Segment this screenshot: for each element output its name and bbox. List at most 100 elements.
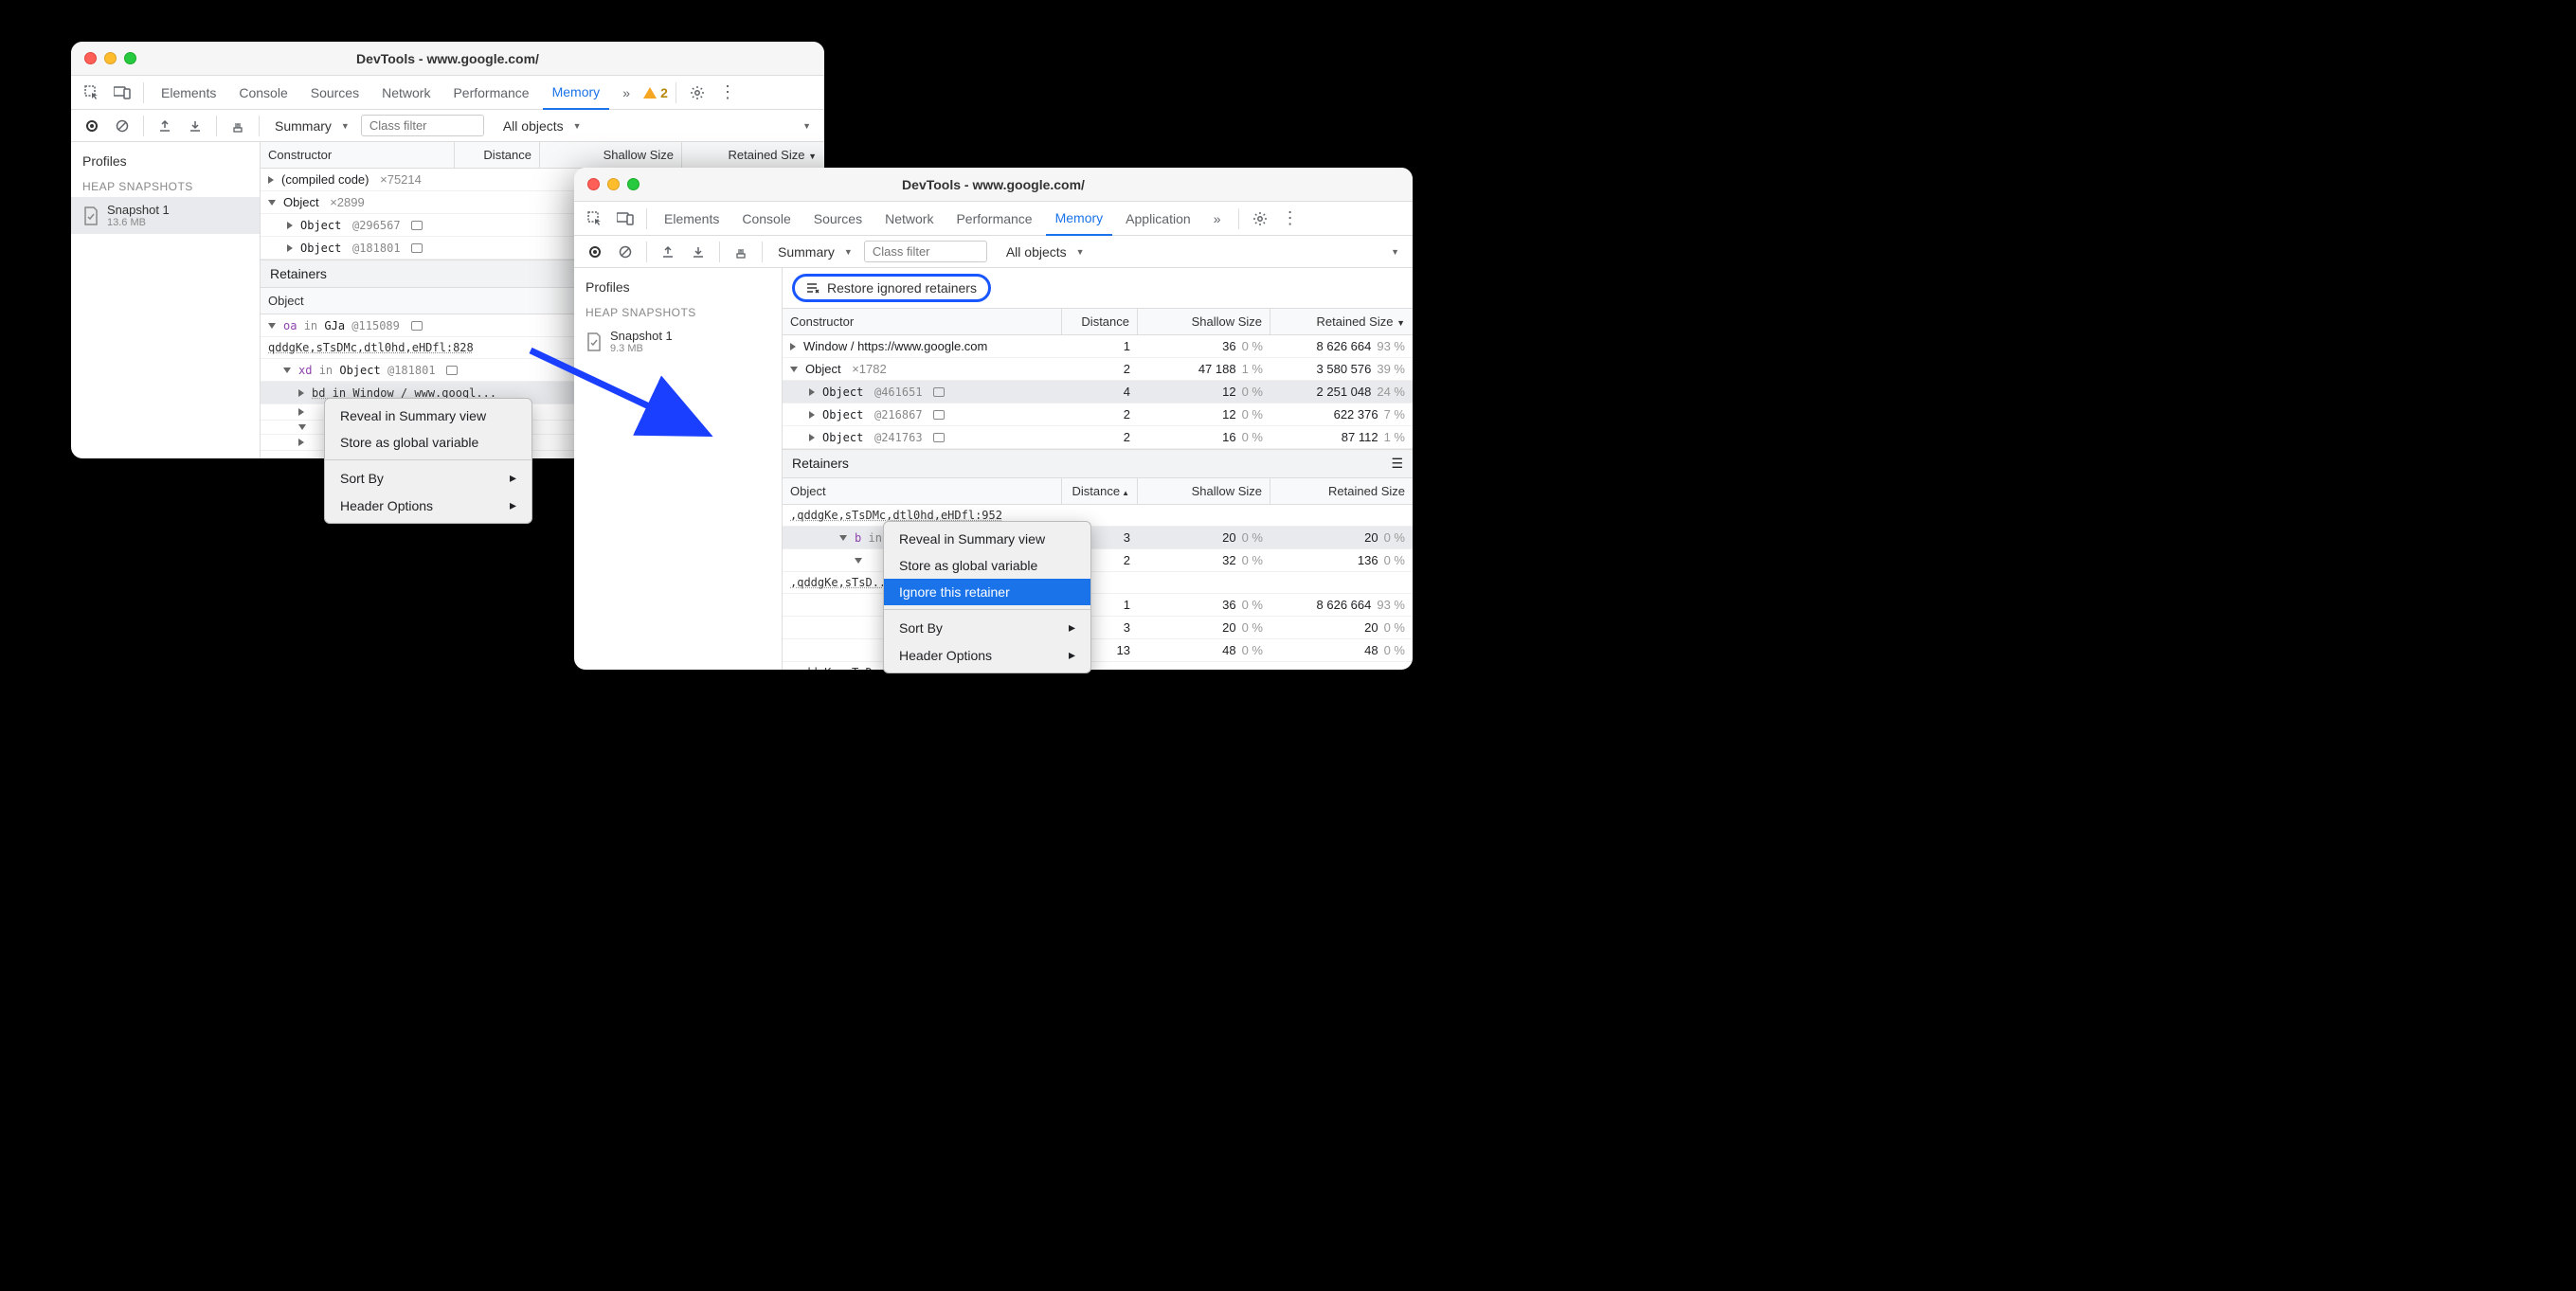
- tab-sources[interactable]: Sources: [301, 76, 369, 110]
- device-toggle-icon[interactable]: [109, 80, 135, 106]
- tab-memory[interactable]: Memory: [543, 76, 610, 110]
- col-distance[interactable]: Distance: [455, 142, 540, 168]
- clear-icon[interactable]: [109, 113, 135, 139]
- table-row[interactable]: ,qddgKe,sTsD..: [783, 572, 1413, 594]
- settings-icon[interactable]: [684, 80, 711, 106]
- menu-sort[interactable]: Sort By▸: [884, 614, 1090, 641]
- inspect-icon[interactable]: [582, 206, 608, 232]
- tab-console[interactable]: Console: [229, 76, 297, 110]
- gc-icon[interactable]: [728, 239, 754, 265]
- chevron-right-icon: ▸: [510, 470, 516, 486]
- view-dropdown[interactable]: Summary: [770, 244, 860, 260]
- chevron-right-icon: ▸: [1069, 647, 1075, 663]
- record-icon[interactable]: [79, 113, 105, 139]
- col-shallow[interactable]: Shallow Size: [1138, 309, 1270, 334]
- table-row[interactable]: 1 360 % 8 626 66493 %: [783, 594, 1413, 617]
- scope-dropdown[interactable]: All objects: [999, 244, 1092, 260]
- class-filter-input[interactable]: [361, 115, 484, 136]
- more-tabs-icon[interactable]: »: [1204, 206, 1231, 232]
- menu-header-options[interactable]: Header Options▸: [884, 641, 1090, 669]
- menu-lines-icon[interactable]: ☰: [1391, 456, 1403, 472]
- chevron-right-icon: ▸: [510, 497, 516, 513]
- chevron-down-icon[interactable]: ▼: [1391, 247, 1399, 257]
- menu-store[interactable]: Store as global variable: [884, 552, 1090, 579]
- class-filter-input[interactable]: [864, 241, 987, 262]
- more-tabs-icon[interactable]: »: [613, 80, 639, 106]
- gc-icon[interactable]: [225, 113, 251, 139]
- upload-icon[interactable]: [152, 113, 178, 139]
- warning-badge[interactable]: 2: [643, 85, 668, 100]
- profiles-label: Profiles: [71, 150, 260, 172]
- table-row[interactable]: Object @216867 2 120 % 622 3767 %: [783, 403, 1413, 426]
- view-dropdown[interactable]: Summary: [267, 118, 357, 134]
- restore-bar: Restore ignored retainers: [783, 268, 1413, 309]
- element-icon: [933, 387, 945, 397]
- tab-performance[interactable]: Performance: [946, 202, 1041, 236]
- restore-ignored-button[interactable]: Restore ignored retainers: [792, 274, 991, 302]
- device-toggle-icon[interactable]: [612, 206, 639, 232]
- table-row[interactable]: ,qddgKe,sTsD..: [783, 662, 1413, 670]
- menu-store[interactable]: Store as global variable: [325, 429, 531, 456]
- tab-memory[interactable]: Memory: [1046, 202, 1113, 236]
- table-row[interactable]: Object @241763 2 160 % 87 1121 %: [783, 426, 1413, 449]
- titlebar[interactable]: DevTools - www.google.com/: [574, 168, 1413, 202]
- table-row[interactable]: b in system / Context @? 3 200 % 200 %: [783, 527, 1413, 549]
- table-row[interactable]: Object @461651 4 120 % 2 251 04824 %: [783, 381, 1413, 403]
- memory-toolbar: Summary All objects ▼: [71, 110, 824, 142]
- col-retained[interactable]: Retained Size ▼: [682, 142, 824, 168]
- table-row[interactable]: 13 480 % 480 %: [783, 639, 1413, 662]
- tab-console[interactable]: Console: [732, 202, 800, 236]
- col-retained[interactable]: Retained Size: [1270, 478, 1413, 504]
- table-row[interactable]: Object ×1782 2 47 1881 % 3 580 57639 %: [783, 358, 1413, 381]
- upload-icon[interactable]: [655, 239, 681, 265]
- tab-bar: Elements Console Sources Network Perform…: [574, 202, 1413, 236]
- file-icon: [82, 206, 99, 225]
- tab-sources[interactable]: Sources: [804, 202, 872, 236]
- download-icon[interactable]: [182, 113, 208, 139]
- restore-icon: [806, 282, 820, 294]
- menu-reveal[interactable]: Reveal in Summary view: [325, 403, 531, 429]
- col-distance[interactable]: Distance: [1062, 478, 1138, 504]
- col-constructor[interactable]: Constructor: [261, 142, 455, 168]
- tab-elements[interactable]: Elements: [655, 202, 729, 236]
- menu-header-options[interactable]: Header Options▸: [325, 492, 531, 519]
- element-icon: [446, 366, 458, 375]
- menu-ignore-retainer[interactable]: Ignore this retainer: [884, 579, 1090, 605]
- col-constructor[interactable]: Constructor: [783, 309, 1062, 334]
- clear-icon[interactable]: [612, 239, 639, 265]
- col-shallow[interactable]: Shallow Size: [1138, 478, 1270, 504]
- memory-toolbar: Summary All objects ▼: [574, 236, 1413, 268]
- scope-dropdown[interactable]: All objects: [495, 118, 589, 134]
- col-shallow[interactable]: Shallow Size: [540, 142, 682, 168]
- kebab-menu-icon[interactable]: ⋮: [714, 80, 741, 106]
- record-icon[interactable]: [582, 239, 608, 265]
- heap-snapshots-label: HEAP SNAPSHOTS: [71, 172, 260, 197]
- main-panel: Restore ignored retainers Constructor Di…: [783, 268, 1413, 670]
- col-object[interactable]: Object: [783, 478, 1062, 504]
- tab-network[interactable]: Network: [372, 76, 440, 110]
- retainers-label: Retainers☰: [783, 449, 1413, 478]
- menu-reveal[interactable]: Reveal in Summary view: [884, 526, 1090, 552]
- col-distance[interactable]: Distance: [1062, 309, 1138, 334]
- element-icon: [933, 410, 945, 420]
- kebab-menu-icon[interactable]: ⋮: [1277, 206, 1304, 232]
- chevron-down-icon[interactable]: ▼: [802, 121, 811, 131]
- table-row[interactable]: 2 320 % 1360 %: [783, 549, 1413, 572]
- chevron-right-icon: ▸: [1069, 619, 1075, 636]
- settings-icon[interactable]: [1247, 206, 1273, 232]
- tab-elements[interactable]: Elements: [152, 76, 225, 110]
- tab-network[interactable]: Network: [875, 202, 943, 236]
- titlebar[interactable]: DevTools - www.google.com/: [71, 42, 824, 76]
- table-row[interactable]: ,qddgKe,sTsDMc,dtl0hd,eHDfl:952: [783, 505, 1413, 527]
- col-retained[interactable]: Retained Size ▼: [1270, 309, 1413, 334]
- menu-sort[interactable]: Sort By▸: [325, 464, 531, 492]
- element-icon: [411, 321, 423, 331]
- tab-performance[interactable]: Performance: [443, 76, 538, 110]
- snapshot-item[interactable]: Snapshot 1 13.6 MB: [71, 197, 260, 234]
- table-row[interactable]: Window / https://www.google.com 1 360 % …: [783, 335, 1413, 358]
- download-icon[interactable]: [685, 239, 712, 265]
- tab-application[interactable]: Application: [1116, 202, 1200, 236]
- annotation-arrow: [526, 346, 725, 450]
- table-row[interactable]: 3 200 % 200 %: [783, 617, 1413, 639]
- inspect-icon[interactable]: [79, 80, 105, 106]
